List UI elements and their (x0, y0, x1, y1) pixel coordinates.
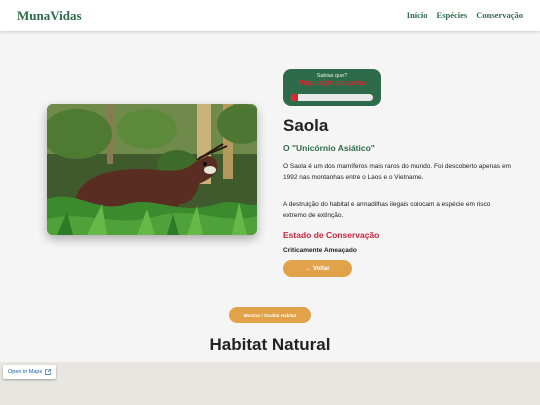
fun-fact-warning: População pequena (298, 80, 366, 87)
fun-fact-card: Sabias que? População pequena (283, 69, 381, 106)
brand-logo[interactable]: MunaVidas (17, 8, 82, 24)
species-description: O Saola é um dos mamíferos mais raros do… (283, 163, 511, 181)
saola-photo-image (47, 104, 257, 235)
habitat-title: Habitat Natural (209, 335, 331, 354)
species-threat: A destruição do habitat e armadilhas ile… (283, 201, 491, 219)
saola-photo (47, 104, 257, 235)
population-bar-fill (291, 94, 298, 101)
main-nav: Início Espécies Conservação (407, 10, 523, 20)
fun-fact-title: Sabias que? (316, 73, 348, 79)
nav-link-inicio[interactable]: Início (407, 10, 428, 20)
external-link-icon (45, 369, 52, 375)
population-bar (291, 94, 373, 101)
toggle-habitat-button[interactable]: Mostrar / Ocultar Habitat (229, 307, 311, 323)
open-in-maps-label: Open in Maps (8, 369, 43, 375)
open-in-maps-link[interactable]: Open in Maps (3, 365, 57, 379)
habitat-map[interactable] (0, 362, 540, 405)
species-title: Saola (283, 116, 329, 135)
conservation-status-value: Criticamente Ameaçado (283, 247, 357, 254)
nav-link-conservacao[interactable]: Conservação (476, 10, 523, 20)
back-button[interactable]: ← Voltar (283, 260, 352, 277)
nav-link-especies[interactable]: Espécies (437, 10, 468, 20)
species-nickname: O "Unicórnio Asiático" (283, 143, 375, 153)
conservation-status-heading: Estado de Conservação (283, 230, 380, 240)
top-navbar: MunaVidas Início Espécies Conservação (0, 0, 540, 31)
